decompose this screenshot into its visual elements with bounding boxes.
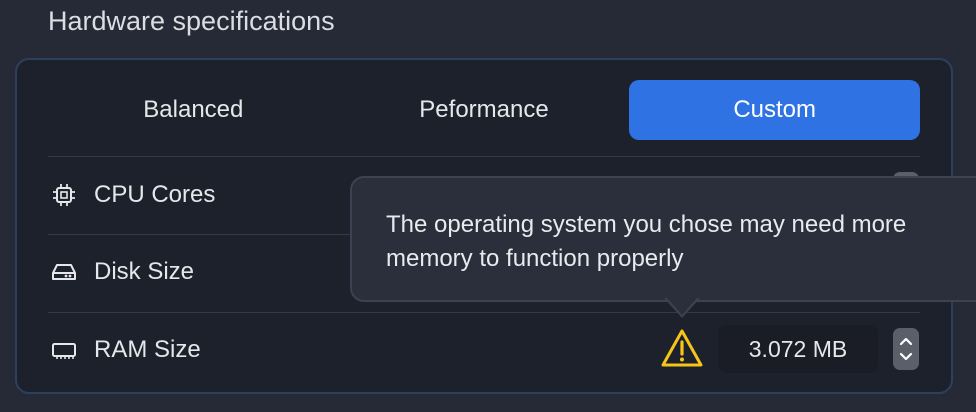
chevron-up-down-icon	[899, 337, 913, 361]
ram-size-field[interactable]: 3.072 MB	[718, 325, 878, 373]
preset-segmented-control: Balanced Peformance Custom	[48, 80, 921, 140]
tooltip-tail-fill	[666, 297, 698, 315]
hardware-settings: Hardware specifications Balanced Peforma…	[0, 0, 976, 412]
disk-size-label: Disk Size	[94, 258, 195, 285]
memory-icon	[48, 334, 80, 366]
tooltip-text: The operating system you chose may need …	[386, 211, 907, 272]
preset-custom[interactable]: Custom	[629, 80, 921, 140]
cpu-cores-label: CPU Cores	[94, 181, 216, 208]
cpu-icon	[48, 179, 80, 211]
preset-balanced[interactable]: Balanced	[48, 80, 339, 140]
warning-icon[interactable]	[660, 327, 704, 371]
ram-size-label: RAM Size	[94, 336, 201, 363]
disk-icon	[48, 256, 80, 288]
warning-tooltip: The operating system you chose may need …	[350, 176, 976, 302]
section-title: Hardware specifications	[48, 6, 335, 36]
preset-performance[interactable]: Peformance	[339, 80, 630, 140]
ram-stepper[interactable]	[893, 328, 919, 370]
